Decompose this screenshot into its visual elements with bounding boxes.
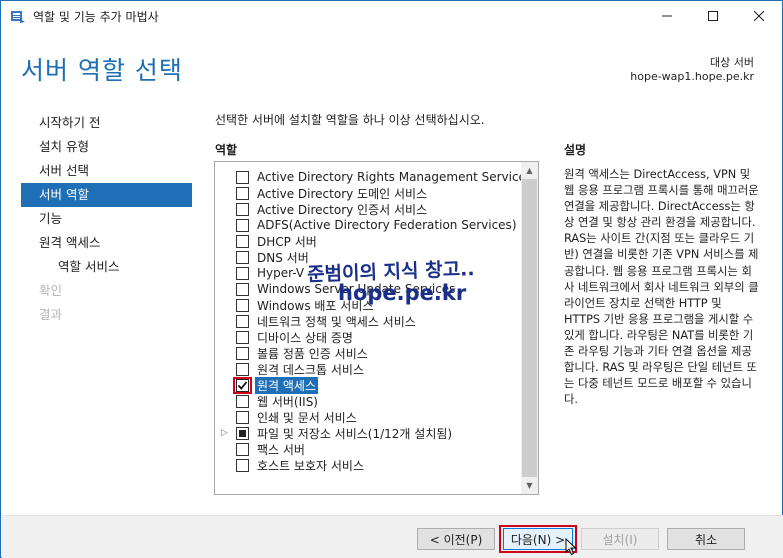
role-label: Active Directory 인증서 서비스	[257, 202, 428, 217]
role-item-remote-access[interactable]: 원격 액세스	[215, 376, 525, 394]
install-button: 설치(I)	[581, 528, 659, 550]
role-label: 디바이스 상태 증명	[257, 330, 353, 345]
role-item[interactable]: DHCP 서버	[215, 233, 525, 249]
role-item[interactable]: Active Directory 인증서 서비스	[215, 201, 525, 217]
nav-item-role-services[interactable]: 역할 서비스	[21, 255, 192, 279]
description-text: 원격 액세스는 DirectAccess, VPN 및 웹 응용 프로그램 프록…	[564, 168, 759, 407]
role-label-selected: 원격 액세스	[255, 376, 319, 394]
mouse-cursor-icon	[565, 538, 577, 556]
role-label: 팩스 서버	[257, 442, 305, 457]
checkbox[interactable]	[236, 298, 249, 312]
checkbox[interactable]	[236, 266, 249, 280]
maximize-icon	[708, 11, 718, 21]
role-label: Active Directory Rights Management Servi…	[257, 170, 533, 184]
role-item[interactable]: 볼륨 정품 인증 서비스	[215, 345, 525, 361]
cancel-button[interactable]: 취소	[667, 528, 745, 550]
checkbox-highlight-frame	[233, 376, 252, 394]
checkbox[interactable]	[236, 314, 249, 328]
scroll-thumb[interactable]	[522, 179, 537, 477]
previous-button[interactable]: < 이전(P)	[417, 528, 495, 550]
checkbox[interactable]	[236, 442, 249, 456]
role-label: DHCP 서버	[257, 234, 317, 249]
scroll-down-arrow-icon[interactable]: ▼	[521, 477, 538, 494]
role-item[interactable]: ADFS(Active Directory Federation Service…	[215, 217, 525, 233]
watermark-line2: hope.pe.kr	[338, 281, 467, 305]
checkbox[interactable]	[236, 330, 249, 344]
role-item[interactable]: 디바이스 상태 증명	[215, 329, 525, 345]
role-label: DNS 서버	[257, 250, 309, 265]
nav-item-confirmation: 확인	[39, 283, 63, 298]
nav-item-results: 결과	[39, 307, 63, 322]
checkbox[interactable]	[236, 346, 249, 360]
window-title: 역할 및 기능 추가 마법사	[33, 10, 159, 24]
minimize-icon	[662, 15, 672, 17]
destination-server-label: 대상 서버	[710, 56, 754, 69]
title-bar: 역할 및 기능 추가 마법사	[1, 1, 782, 31]
checkbox[interactable]	[236, 202, 249, 216]
role-item[interactable]: 인쇄 및 문서 서비스	[215, 409, 525, 425]
nav-item-before-you-begin[interactable]: 시작하기 전	[21, 111, 192, 135]
page-title: 서버 역할 선택	[21, 56, 183, 85]
wizard-window: 역할 및 기능 추가 마법사 서버 역할 선택 대상 서버 hope-wap1.…	[0, 0, 783, 558]
role-label: 호스트 보호자 서비스	[257, 458, 364, 473]
checkbox-partial[interactable]	[236, 426, 249, 440]
roles-heading: 역할	[215, 143, 238, 157]
role-item[interactable]: 네트워크 정책 및 액세스 서비스	[215, 313, 525, 329]
checkbox[interactable]	[236, 250, 249, 264]
checkbox[interactable]	[236, 282, 249, 296]
nav-item-server-selection[interactable]: 서버 선택	[21, 159, 192, 183]
role-item[interactable]: Active Directory Rights Management Servi…	[215, 169, 532, 185]
checkbox[interactable]	[236, 410, 249, 424]
checkbox[interactable]	[236, 458, 249, 472]
role-label: 웹 서버(IIS)	[257, 394, 318, 409]
nav-item-server-roles[interactable]: 서버 역할	[21, 183, 192, 207]
close-icon	[754, 11, 764, 21]
role-item[interactable]: 호스트 보호자 서비스	[215, 457, 525, 473]
checkbox[interactable]	[236, 362, 249, 376]
scroll-up-arrow-icon[interactable]: ▲	[521, 162, 538, 179]
destination-server-name: hope-wap1.hope.pe.kr	[630, 70, 754, 83]
role-item[interactable]: Active Directory 도메인 서비스	[215, 185, 525, 201]
next-button[interactable]: 다음(N) >	[503, 528, 573, 550]
role-label: Active Directory 도메인 서비스	[257, 186, 428, 201]
role-item[interactable]: ▷ 파일 및 저장소 서비스(1/12개 설치됨)	[215, 425, 525, 441]
nav-item-features[interactable]: 기능	[21, 207, 192, 231]
role-label: ADFS(Active Directory Federation Service…	[257, 218, 517, 232]
role-item[interactable]: 원격 데스크톱 서비스	[215, 361, 525, 377]
wizard-footer: < 이전(P) 다음(N) > 설치(I) 취소	[2, 515, 783, 558]
checkbox[interactable]	[236, 170, 249, 184]
nav-item-installation-type[interactable]: 설치 유형	[21, 135, 192, 159]
role-label: 볼륨 정품 인증 서비스	[257, 346, 368, 361]
role-item[interactable]: 팩스 서버	[215, 441, 525, 457]
expand-arrow-icon[interactable]: ▷	[221, 428, 228, 438]
role-label: 원격 데스크톱 서비스	[257, 362, 364, 377]
wizard-nav: 시작하기 전 설치 유형 서버 선택 서버 역할 기능 원격 액세스 역할 서비…	[21, 111, 192, 327]
roles-scrollbar[interactable]: ▲ ▼	[521, 162, 538, 494]
roles-list[interactable]: Active Directory Rights Management Servi…	[214, 161, 539, 495]
role-label: 인쇄 및 문서 서비스	[257, 410, 357, 425]
checkbox[interactable]	[236, 234, 249, 248]
role-label: 네트워크 정책 및 액세스 서비스	[257, 314, 416, 329]
checkbox[interactable]	[236, 218, 249, 232]
role-label: Hyper-V	[257, 266, 305, 280]
role-label: 파일 및 저장소 서비스(1/12개 설치됨)	[257, 426, 453, 441]
server-manager-icon	[11, 11, 25, 23]
description-heading: 설명	[564, 143, 587, 157]
maximize-button[interactable]	[690, 1, 736, 31]
checkbox[interactable]	[236, 394, 249, 408]
nav-item-remote-access[interactable]: 원격 액세스	[21, 231, 192, 255]
checkbox[interactable]	[236, 186, 249, 200]
instruction-text: 선택한 서버에 설치할 역할을 하나 이상 선택하십시오.	[215, 113, 485, 127]
minimize-button[interactable]	[644, 1, 690, 31]
role-item[interactable]: 웹 서버(IIS)	[215, 393, 525, 409]
close-button[interactable]	[736, 1, 782, 31]
